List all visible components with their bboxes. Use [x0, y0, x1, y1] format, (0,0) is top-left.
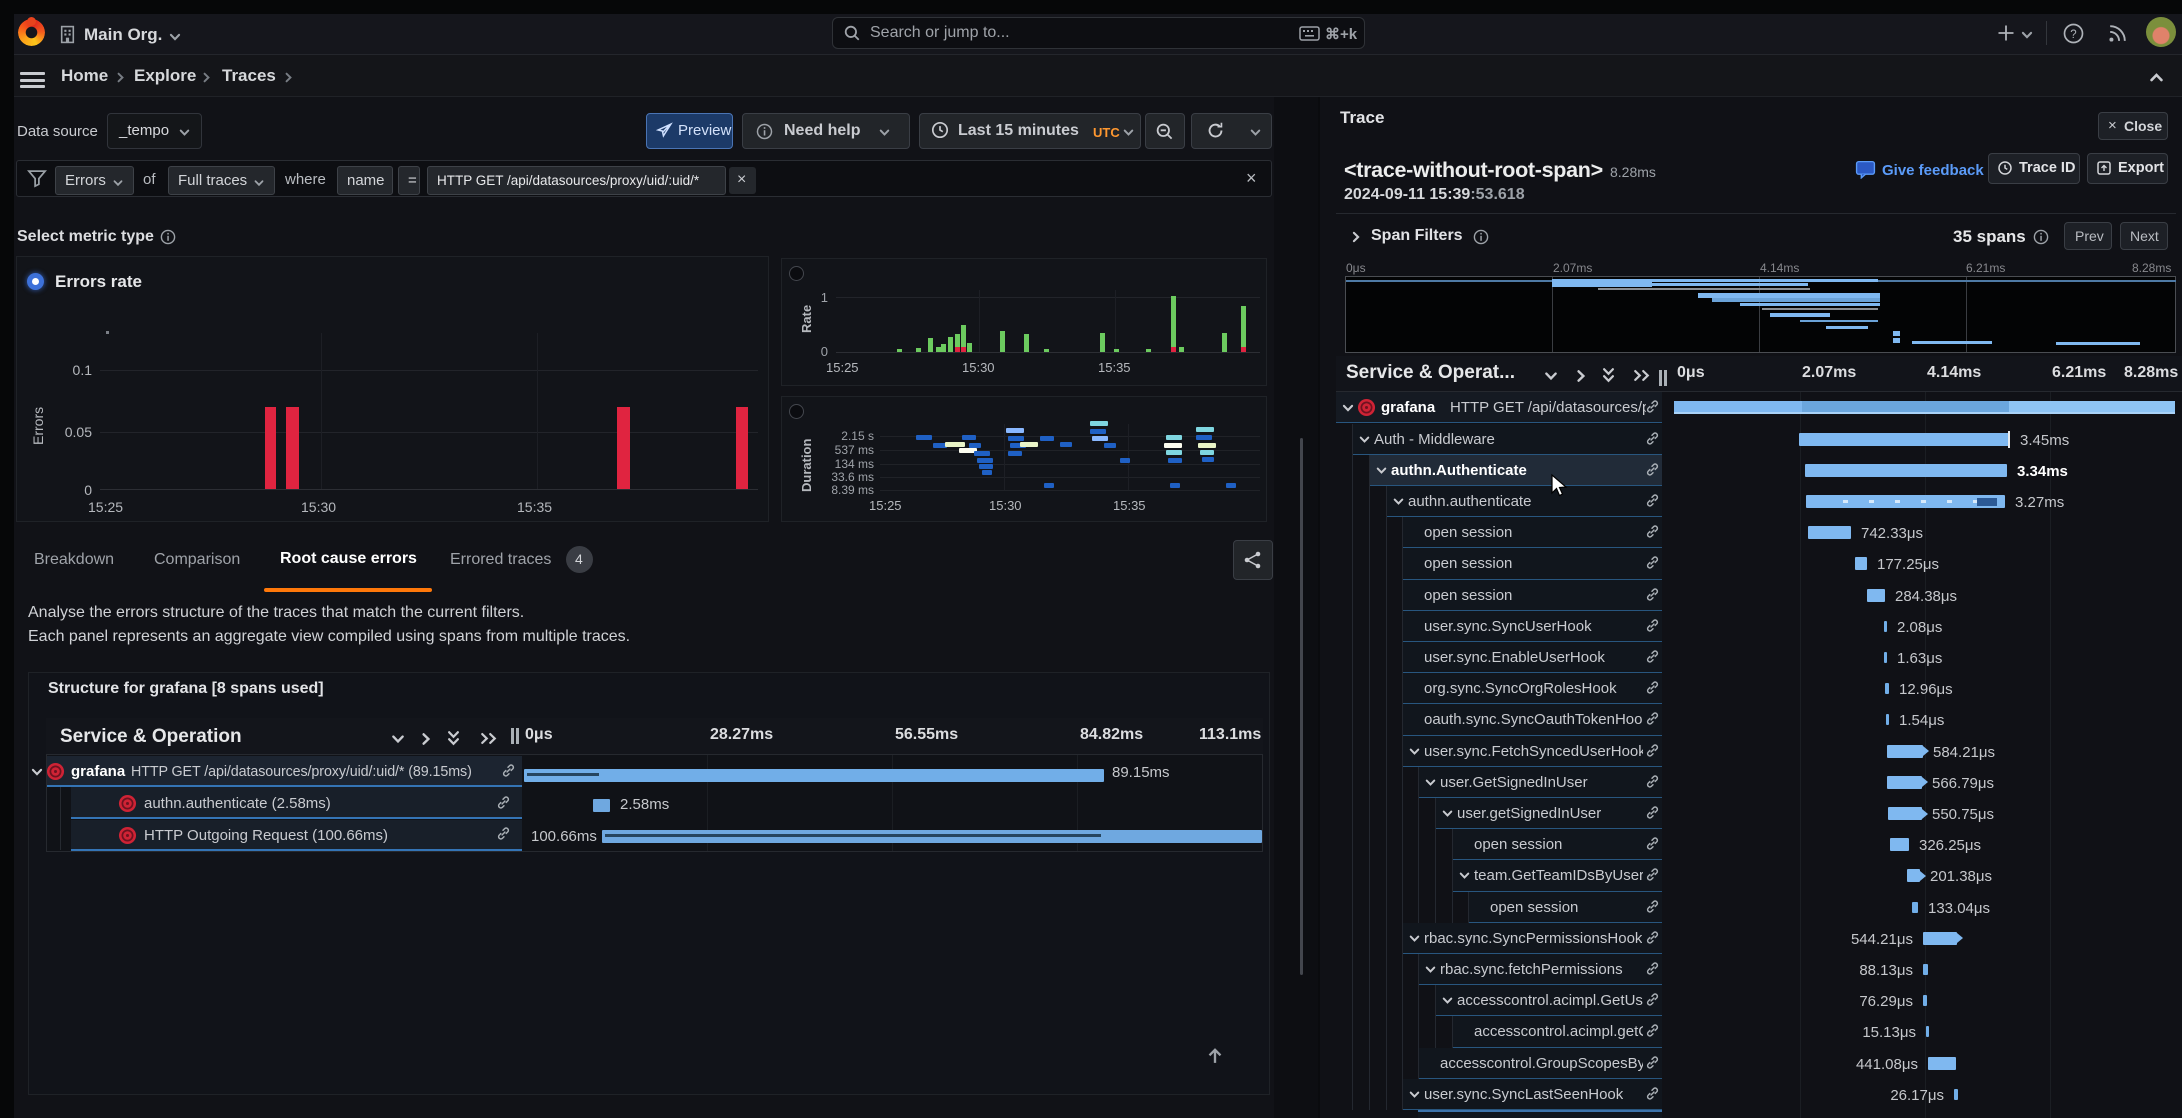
svg-text:?: ? [2070, 29, 2076, 41]
